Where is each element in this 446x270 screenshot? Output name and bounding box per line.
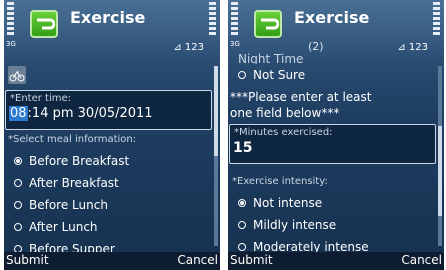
minutes-field[interactable]: *Minutes exercised: 15 <box>229 124 436 164</box>
radio-icon <box>238 221 246 229</box>
page-title: Exercise <box>70 8 146 27</box>
radio-icon <box>238 243 246 251</box>
radio-selected-icon <box>14 157 22 165</box>
intensity-option[interactable]: Moderately intense <box>228 240 444 252</box>
radio-selected-icon <box>238 199 246 207</box>
cancel-button[interactable]: Cancel <box>177 253 218 267</box>
intensity-option[interactable]: Not intense <box>228 196 444 210</box>
meal-option[interactable]: After Lunch <box>4 220 220 234</box>
time-field[interactable]: *Enter time: 08:14 pm 30/05/2011 <box>5 90 212 130</box>
meal-label: *Select meal information: <box>8 134 137 145</box>
radio-icon <box>238 71 246 79</box>
time-value: 08:14 pm 30/05/2011 <box>6 106 211 121</box>
phone-screen-left: 3G Exercise ⊿ 123 *Enter time: 08:14 pm … <box>4 0 220 270</box>
meal-option-partial[interactable]: Night Time <box>228 52 444 64</box>
time-value-rest: :14 pm 30/05/2011 <box>27 106 153 121</box>
phone-screen-right: 3G Exercise (2) ⊿ 123 Night Time Not Sur… <box>228 0 444 270</box>
app-icon <box>30 10 58 38</box>
network-label: 3G <box>6 40 16 48</box>
time-hour-selected: 08 <box>9 106 28 121</box>
battery-icon <box>209 2 217 54</box>
meal-option[interactable]: Before Breakfast <box>4 154 220 168</box>
warning-line-2: one field below*** <box>230 106 340 120</box>
meal-option[interactable]: After Breakfast <box>4 176 220 190</box>
softkey-bar: Submit Cancel <box>4 252 220 270</box>
scrollbar[interactable] <box>438 66 442 246</box>
cancel-button[interactable]: Cancel <box>401 253 442 267</box>
meal-option[interactable]: Before Lunch <box>4 198 220 212</box>
warning-line-1: ***Please enter at least <box>230 90 372 104</box>
submit-button[interactable]: Submit <box>6 253 49 267</box>
exercise-icon <box>8 66 26 84</box>
input-mode-indicator: ⊿ 123 <box>173 42 204 53</box>
radio-icon <box>14 223 22 231</box>
scrollbar[interactable] <box>214 66 218 246</box>
meal-option[interactable]: Not Sure <box>228 68 444 82</box>
battery-icon <box>433 2 441 54</box>
time-label: *Enter time: <box>10 93 71 104</box>
page-title: Exercise <box>294 8 370 27</box>
network-label: 3G <box>230 40 240 48</box>
minutes-label: *Minutes exercised: <box>234 127 333 138</box>
minutes-value: 15 <box>233 140 253 156</box>
radio-icon <box>14 201 22 209</box>
softkey-bar: Submit Cancel <box>228 252 444 270</box>
radio-icon <box>14 179 22 187</box>
intensity-label: *Exercise intensity: <box>232 176 328 187</box>
submit-button[interactable]: Submit <box>230 253 273 267</box>
title-bar: 3G Exercise ⊿ 123 <box>4 0 220 62</box>
app-icon <box>254 10 282 38</box>
intensity-option[interactable]: Mildly intense <box>228 218 444 232</box>
